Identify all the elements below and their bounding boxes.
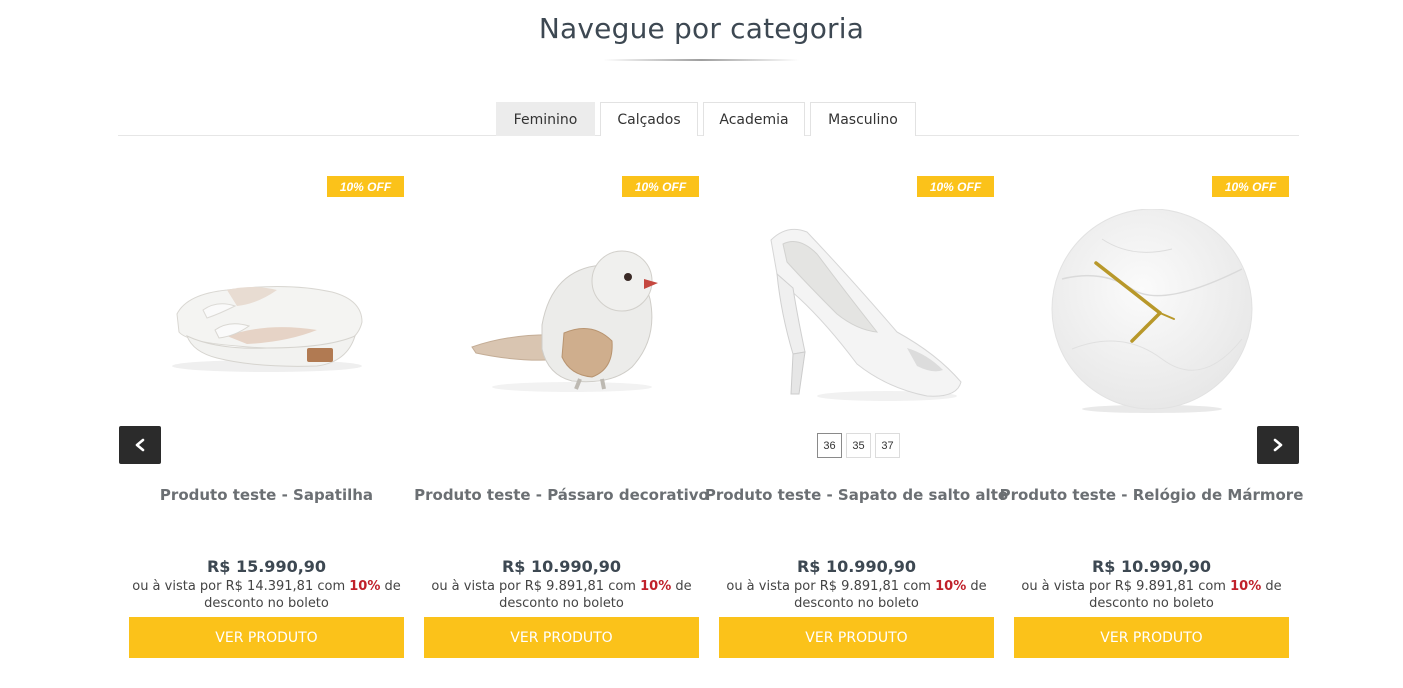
chevron-left-icon	[135, 438, 145, 452]
product-image[interactable]	[1014, 204, 1289, 424]
cash-price-prefix: ou à vista por R$ 14.391,81 com	[132, 579, 346, 594]
category-tabs: Feminino Calçados Academia Masculino	[496, 102, 921, 136]
high-heel-shoe-image	[769, 228, 962, 401]
view-product-button[interactable]: VER PRODUTO	[1014, 617, 1289, 658]
flat-shoe-image	[171, 285, 363, 372]
product-image[interactable]	[129, 204, 404, 424]
discount-percent: 10%	[640, 579, 672, 594]
tab-feminino[interactable]: Feminino	[496, 102, 595, 136]
discount-badge: 10% OFF	[917, 176, 994, 197]
tab-academia[interactable]: Academia	[703, 102, 805, 136]
section-title: Navegue por categoria	[538, 12, 865, 45]
tab-masculino[interactable]: Masculino	[810, 102, 916, 136]
marble-clock-image	[1051, 209, 1252, 413]
tab-calcados[interactable]: Calçados	[600, 102, 698, 136]
cash-price-prefix: ou à vista por R$ 9.891,81 com	[1021, 579, 1226, 594]
discount-badge: 10% OFF	[327, 176, 404, 197]
product-image[interactable]	[424, 204, 699, 424]
title-underline	[603, 59, 799, 61]
bird-figurine-image	[470, 250, 658, 392]
discount-percent: 10%	[935, 579, 967, 594]
product-name[interactable]: Produto teste - Relógio de Mármore	[994, 486, 1309, 504]
size-option[interactable]: 37	[875, 433, 900, 458]
product-image[interactable]	[719, 204, 994, 424]
product-price: R$ 10.990,90	[796, 557, 917, 576]
discount-percent: 10%	[349, 579, 381, 594]
view-product-button[interactable]: VER PRODUTO	[129, 617, 404, 658]
chevron-right-icon	[1273, 438, 1283, 452]
cash-price-text: ou à vista por R$ 9.891,81 com 10% de de…	[719, 578, 994, 608]
view-product-button[interactable]: VER PRODUTO	[424, 617, 699, 658]
cash-price-text: ou à vista por R$ 9.891,81 com 10% de de…	[1014, 578, 1289, 608]
cash-price-text: ou à vista por R$ 9.891,81 com 10% de de…	[424, 578, 699, 608]
product-name[interactable]: Produto teste - Sapatilha	[109, 486, 424, 504]
carousel-next-button[interactable]	[1257, 426, 1299, 464]
discount-badge: 10% OFF	[1212, 176, 1289, 197]
product-price: R$ 10.990,90	[1091, 557, 1212, 576]
cash-price-prefix: ou à vista por R$ 9.891,81 com	[726, 579, 931, 594]
cash-price-text: ou à vista por R$ 14.391,81 com 10% de d…	[129, 578, 404, 608]
product-name[interactable]: Produto teste - Sapato de salto alto	[699, 486, 1014, 504]
discount-percent: 10%	[1230, 579, 1262, 594]
product-price: R$ 15.990,90	[206, 557, 327, 576]
size-selector: 36 35 37	[817, 433, 904, 458]
product-name[interactable]: Produto teste - Pássaro decorativo	[404, 486, 719, 504]
size-option[interactable]: 35	[846, 433, 871, 458]
carousel-prev-button[interactable]	[119, 426, 161, 464]
discount-badge: 10% OFF	[622, 176, 699, 197]
view-product-button[interactable]: VER PRODUTO	[719, 617, 994, 658]
product-price: R$ 10.990,90	[501, 557, 622, 576]
size-option[interactable]: 36	[817, 433, 842, 458]
cash-price-prefix: ou à vista por R$ 9.891,81 com	[431, 579, 636, 594]
